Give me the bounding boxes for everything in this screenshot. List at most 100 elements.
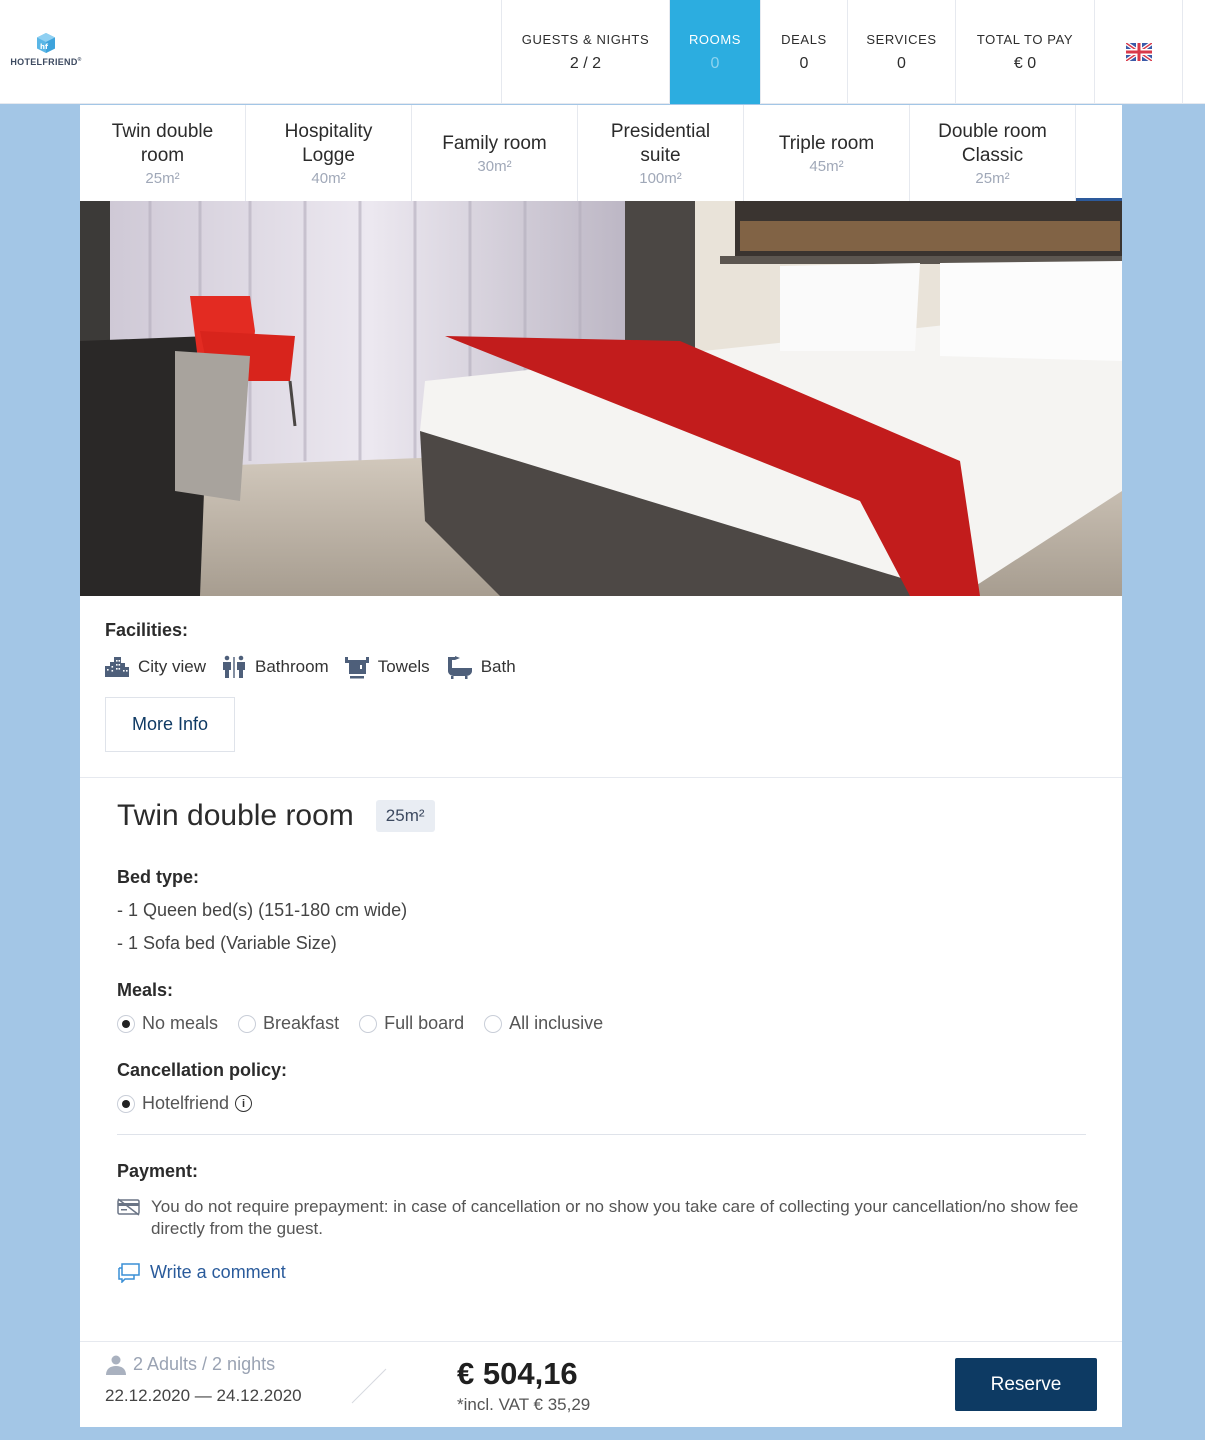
facility-label: Bathroom [255,657,329,676]
vat-note: *incl. VAT € 35,29 [457,1395,591,1414]
bathroom-icon [223,655,246,678]
divider [117,1134,1086,1135]
facilities-title: Facilities: [105,620,189,640]
section-divider [80,777,1122,778]
facility-bathroom: Bathroom [222,655,329,679]
logo-cube-icon: hf [35,32,57,54]
meal-option-breakfast[interactable]: Breakfast [238,1013,339,1034]
nav-label: ROOMS [688,31,742,47]
room-tab-triple[interactable]: Triple room 45m² [744,105,910,201]
radio-unselected[interactable] [359,1014,378,1033]
room-tab-family[interactable]: Family room 30m² [412,105,578,201]
meal-label: All inclusive [509,1013,604,1033]
radio-selected[interactable] [117,1014,135,1033]
room-tab-size: 100m² [639,169,682,187]
nav-value: 0 [799,54,809,72]
nav-deals[interactable]: DEALS 0 [760,0,847,104]
room-tab-size: 25m² [975,169,1010,187]
bed-type-title: Bed type: [117,867,200,887]
nav-value: 2 / 2 [569,54,602,72]
nav-label: TOTAL TO PAY [976,31,1074,47]
more-info-button[interactable]: More Info [105,697,235,752]
meal-label: No meals [142,1013,219,1033]
room-tab-twin-double[interactable]: Twin double room 25m² [80,105,246,201]
facility-city-view: City view [105,657,206,677]
nav-label: GUESTS & NIGHTS [521,31,650,47]
nav-label: SERVICES [866,31,937,47]
hotelfriend-logo[interactable]: hf HOTELFRIEND® [6,32,86,67]
logo-text: HOTELFRIEND® [10,57,82,67]
bed-item: - 1 Queen bed(s) (151-180 cm wide) [117,900,408,920]
room-tab-name: Twin double room [111,120,214,166]
payment-title: Payment: [117,1161,199,1181]
payment-text: You do not require prepayment: in case o… [151,1197,1079,1238]
person-icon [106,1355,126,1375]
radio-selected[interactable] [117,1094,135,1113]
write-comment-link[interactable]: Write a comment [117,1262,1086,1283]
nav-rooms[interactable]: ROOMS 0 [669,0,760,104]
booking-footer: 2 Adults / 2 nights 22.12.2020 — 24.12.2… [80,1341,1122,1427]
facilities-section: Facilities: City view Bathroom Towels Ba… [80,596,1122,752]
info-icon[interactable]: i [235,1095,253,1112]
room-tab-double-classic[interactable]: Double room Classic 25m² [910,105,1076,201]
room-tab-size: 40m² [311,169,346,187]
radio-unselected[interactable] [238,1014,257,1033]
meals-options: No meals Breakfast Full board All inclus… [117,1013,1086,1034]
room-title-row: Twin double room 25m² [117,799,1086,833]
nav-total-to-pay[interactable]: TOTAL TO PAY € 0 [955,0,1094,104]
bath-icon [447,656,472,679]
cancellation-title: Cancellation policy: [117,1060,288,1080]
bed-item: - 1 Sofa bed (Variable Size) [117,933,337,953]
meal-label: Breakfast [263,1013,340,1033]
room-photo-illustration [80,201,1122,596]
room-tabs-overflow[interactable] [1076,105,1122,201]
room-tab-name: Hospitality Logge [284,120,373,166]
facility-label: Bath [480,657,516,676]
room-title: Twin double room [117,799,354,832]
facility-towels: Towels [344,655,430,679]
top-header: hf HOTELFRIEND® GUESTS & NIGHTS 2 / 2 RO… [0,0,1205,104]
meal-label: Full board [384,1013,465,1033]
guests-summary: 2 Adults / 2 nights [105,1354,275,1375]
facilities-list: City view Bathroom Towels Bath [105,655,1097,679]
room-tab-size: 25m² [145,169,180,187]
reserve-button[interactable]: Reserve [955,1358,1097,1411]
meals-title: Meals: [117,980,174,1000]
room-tab-hospitality-logge[interactable]: Hospitality Logge 40m² [246,105,412,201]
room-tabs: Twin double room 25m² Hospitality Logge … [80,105,1122,201]
nav-label: DEALS [781,31,827,47]
room-card: Twin double room 25m² Hospitality Logge … [80,105,1122,1427]
room-tab-name: Double room Classic [938,120,1047,166]
nav-services[interactable]: SERVICES 0 [847,0,955,104]
language-selector[interactable] [1094,0,1183,104]
facility-label: Towels [377,657,430,676]
meal-option-all-inclusive[interactable]: All inclusive [484,1013,603,1034]
radio-unselected[interactable] [484,1014,503,1033]
facility-bath: Bath [446,655,516,679]
room-tab-size: 45m² [809,157,844,175]
separator-slash [351,1368,387,1404]
comment-icon [118,1262,140,1283]
nav-value: 0 [897,54,906,72]
room-tab-presidential-suite[interactable]: Presidential suite 100m² [578,105,744,201]
write-comment-label: Write a comment [150,1262,286,1282]
svg-text:hf: hf [40,43,49,51]
facility-label: City view [138,657,207,676]
nav-value: € 0 [1013,54,1037,72]
nav-value: 0 [710,54,720,72]
total-price: € 504,16 [457,1356,578,1391]
room-tab-size: 30m² [477,157,512,175]
payment-info: You do not require prepayment: in case o… [117,1196,1086,1240]
city-view-icon [105,657,129,677]
meal-option-no-meals[interactable]: No meals [117,1013,218,1034]
room-photo[interactable] [80,201,1122,596]
meal-option-full-board[interactable]: Full board [359,1013,464,1034]
nav-guests-nights[interactable]: GUESTS & NIGHTS 2 / 2 [501,0,669,104]
room-details: Twin double room 25m² Bed type: - 1 Quee… [117,799,1086,1283]
stay-dates: 22.12.2020 — 24.12.2020 [105,1386,302,1405]
booking-steps-nav: GUESTS & NIGHTS 2 / 2 ROOMS 0 DEALS 0 SE… [501,0,1183,104]
room-tab-name: Presidential suite [610,120,711,166]
room-size-badge: 25m² [375,800,435,832]
cancellation-option-hotelfriend[interactable]: Hotelfriend [117,1093,229,1114]
cancellation-options: Hotelfriend i [117,1093,1086,1114]
